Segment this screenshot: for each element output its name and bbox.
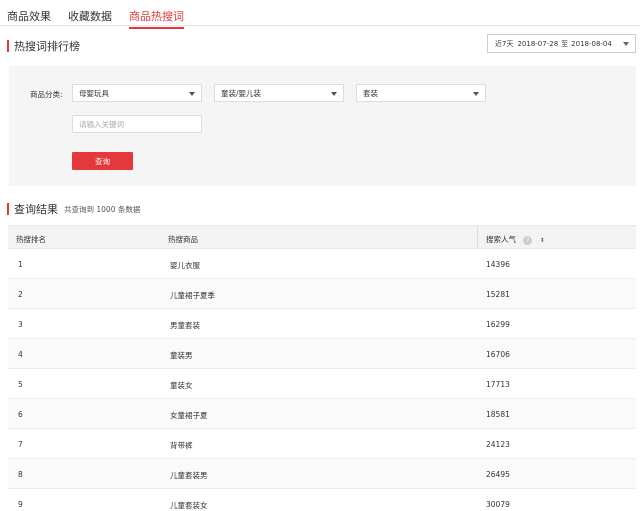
help-icon[interactable]: ?: [523, 235, 533, 245]
cell-popularity: 17713: [486, 380, 510, 389]
tab-product-effect[interactable]: 商品效果: [7, 8, 51, 24]
table-row: 9 儿童套装女 30079: [8, 489, 636, 511]
date-separator: 至: [561, 39, 569, 48]
cell-rank: 6: [18, 410, 23, 419]
header-keyword: 热搜商品: [168, 235, 198, 244]
header-popularity-label: 搜索人气: [486, 235, 516, 244]
table-header: 热搜排名 热搜商品 搜索人气 ? ⬍: [8, 225, 636, 249]
cell-keyword: 童装女: [170, 381, 193, 390]
filter-panel: 商品分类: 母婴玩具 童装/婴儿装 套装 查询: [9, 66, 636, 186]
cell-popularity: 16299: [486, 320, 510, 329]
header-popularity[interactable]: 搜索人气 ? ⬍: [486, 234, 545, 245]
category-level2-select[interactable]: 童装/婴儿装: [214, 84, 344, 102]
cell-popularity: 14396: [486, 260, 510, 269]
cell-rank: 7: [18, 440, 23, 449]
ranking-title: 热搜词排行榜: [14, 40, 80, 53]
category-level3-select[interactable]: 套装: [356, 84, 486, 102]
tab-hot-search-words[interactable]: 商品热搜词: [129, 8, 184, 29]
category-level3-value: 套装: [363, 88, 378, 98]
chevron-down-icon: [189, 92, 195, 96]
table-row: 1 婴儿衣服 14396: [8, 249, 636, 279]
cell-popularity: 26495: [486, 470, 510, 479]
results-header: 查询结果 共查询到 1000 条数据: [7, 202, 140, 216]
category-label: 商品分类:: [30, 90, 63, 99]
date-start: 2018-07-28: [517, 39, 559, 48]
cell-rank: 2: [18, 290, 23, 299]
table-row: 5 童装女 17713: [8, 369, 636, 399]
cell-popularity: 24123: [486, 440, 510, 449]
cell-keyword: 儿童套装女: [170, 501, 208, 510]
table-row: 2 儿童裙子夏季 15281: [8, 279, 636, 309]
section-marker: [7, 203, 9, 215]
table-row: 7 背带裤 24123: [8, 429, 636, 459]
table-row: 4 童装男 16706: [8, 339, 636, 369]
cell-popularity: 30079: [486, 500, 510, 509]
ranking-header: 热搜词排行榜: [7, 39, 80, 53]
header-rank: 热搜排名: [16, 235, 46, 244]
header-divider: [477, 226, 478, 248]
results-title: 查询结果: [14, 203, 58, 216]
cell-popularity: 15281: [486, 290, 510, 299]
table-row: 3 男童套装 16299: [8, 309, 636, 339]
cell-keyword: 背带裤: [170, 441, 193, 450]
table-row: 8 儿童套装男 26495: [8, 459, 636, 489]
category-level1-select[interactable]: 母婴玩具: [72, 84, 202, 102]
cell-popularity: 18581: [486, 410, 510, 419]
cell-rank: 5: [18, 380, 23, 389]
cell-keyword: 女童裙子夏: [170, 411, 208, 420]
cell-rank: 8: [18, 470, 23, 479]
cell-keyword: 儿童套装男: [170, 471, 208, 480]
tab-bar: 商品效果 收藏数据 商品热搜词: [0, 0, 640, 29]
cell-rank: 1: [18, 260, 23, 269]
cell-rank: 3: [18, 320, 23, 329]
cell-popularity: 16706: [486, 350, 510, 359]
cell-rank: 4: [18, 350, 23, 359]
category-level2-value: 童装/婴儿装: [221, 88, 262, 98]
cell-keyword: 童装男: [170, 351, 193, 360]
results-table: 热搜排名 热搜商品 搜索人气 ? ⬍ 1 婴儿衣服 14396 2 儿童裙子夏季…: [8, 225, 636, 511]
section-marker: [7, 40, 9, 52]
date-range-select[interactable]: 近7天 2018-07-28 至 2018-08-04: [487, 34, 636, 53]
tab-favorites-data[interactable]: 收藏数据: [68, 8, 112, 24]
results-count: 共查询到 1000 条数据: [64, 204, 141, 214]
query-button[interactable]: 查询: [72, 152, 133, 170]
chevron-down-icon: [623, 42, 629, 46]
cell-rank: 9: [18, 500, 23, 509]
keyword-input[interactable]: [72, 115, 202, 133]
date-end: 2018-08-04: [571, 39, 612, 48]
table-row: 6 女童裙子夏 18581: [8, 399, 636, 429]
chevron-down-icon: [473, 92, 479, 96]
cell-keyword: 男童套装: [170, 321, 200, 330]
cell-keyword: 婴儿衣服: [170, 261, 200, 270]
date-preset: 近7天: [495, 39, 514, 48]
category-level1-value: 母婴玩具: [79, 88, 109, 98]
sort-icon[interactable]: ⬍: [540, 237, 545, 244]
cell-keyword: 儿童裙子夏季: [170, 291, 215, 300]
chevron-down-icon: [331, 92, 337, 96]
